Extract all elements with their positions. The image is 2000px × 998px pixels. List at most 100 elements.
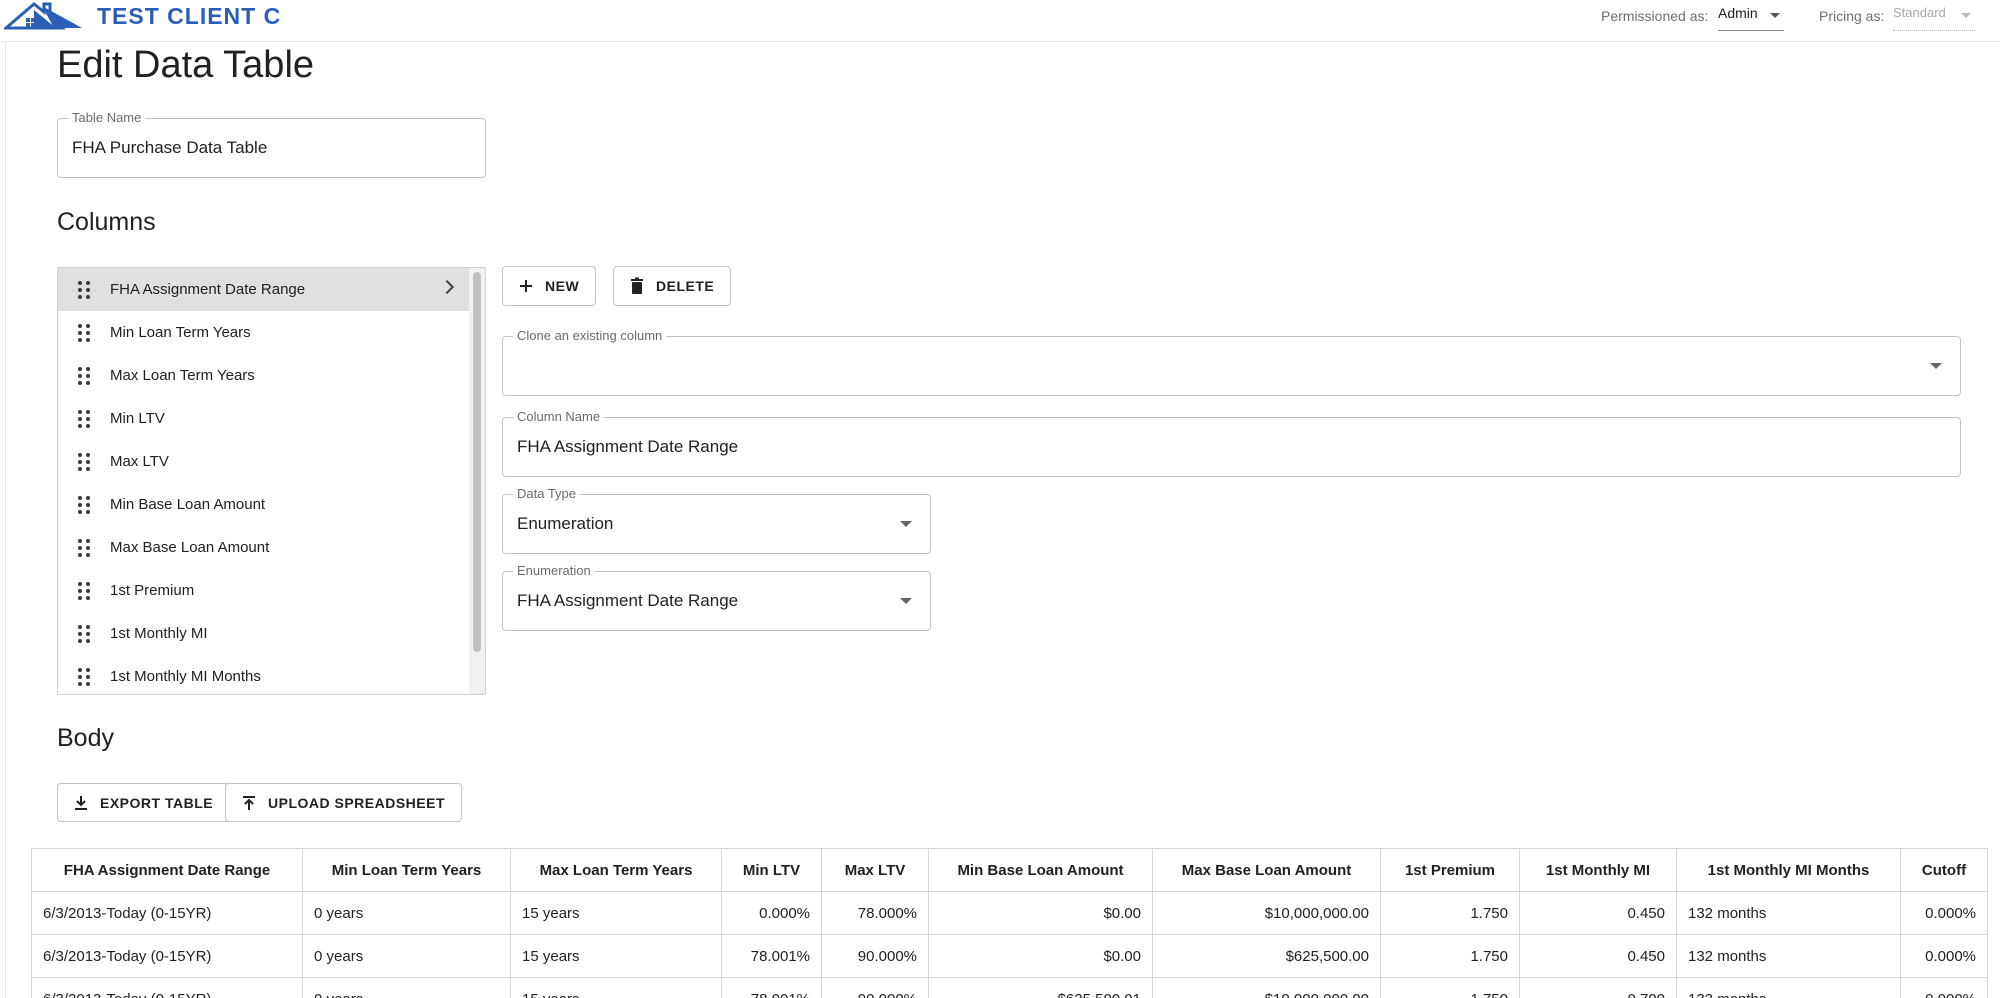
column-header[interactable]: Min Loan Term Years — [302, 848, 511, 892]
column-item[interactable]: 1st Monthly MI Months — [58, 655, 470, 694]
enumeration-select[interactable]: Enumeration FHA Assignment Date Range — [502, 563, 931, 631]
delete-column-button[interactable]: DELETE — [613, 266, 732, 306]
drag-handle-icon[interactable] — [78, 667, 90, 686]
column-header[interactable]: Min Base Loan Amount — [928, 848, 1153, 892]
table-cell[interactable]: 90.000% — [821, 934, 929, 978]
drag-handle-icon[interactable] — [78, 366, 90, 385]
pricing-label: Pricing as: — [1819, 8, 1885, 24]
table-row[interactable]: 6/3/2013-Today (0-15YR) 0 years 15 years… — [31, 934, 1988, 978]
column-item-label: 1st Premium — [110, 582, 195, 599]
column-header[interactable]: 1st Premium — [1380, 848, 1520, 892]
table-cell[interactable]: 6/3/2013-Today (0-15YR) — [31, 891, 303, 935]
column-item-label: Max LTV — [110, 453, 169, 470]
column-header[interactable]: Min LTV — [721, 848, 822, 892]
column-name-field[interactable]: Column Name FHA Assignment Date Range — [502, 409, 1961, 477]
table-cell[interactable]: 0 years — [302, 934, 511, 978]
column-header[interactable]: Max Base Loan Amount — [1152, 848, 1381, 892]
new-column-button[interactable]: NEW — [502, 266, 597, 306]
drag-handle-icon[interactable] — [78, 495, 90, 514]
drag-handle-icon[interactable] — [78, 452, 90, 471]
table-cell[interactable]: $10,000,000.00 — [1152, 977, 1381, 998]
upload-spreadsheet-button[interactable]: UPLOAD SPREADSHEET — [225, 783, 463, 822]
table-name-field[interactable]: Table Name FHA Purchase Data Table — [57, 110, 486, 178]
table-cell[interactable]: $625,500.00 — [1152, 934, 1381, 978]
column-header[interactable]: Max LTV — [821, 848, 929, 892]
table-cell[interactable]: 1.750 — [1380, 977, 1520, 998]
table-cell[interactable]: $0.00 — [928, 891, 1153, 935]
table-cell[interactable]: 1.750 — [1380, 891, 1520, 935]
table-cell[interactable]: 6/3/2013-Today (0-15YR) — [31, 977, 303, 998]
column-item[interactable]: 1st Monthly MI — [58, 612, 470, 655]
table-cell[interactable]: 15 years — [510, 891, 722, 935]
table-cell[interactable]: 0.000% — [1900, 891, 1988, 935]
table-cell[interactable]: 90.000% — [821, 977, 929, 998]
house-logo-icon[interactable] — [4, 0, 82, 30]
table-cell[interactable]: $625,500.01 — [928, 977, 1153, 998]
drag-handle-icon[interactable] — [78, 280, 90, 299]
drag-handle-icon[interactable] — [78, 581, 90, 600]
table-cell[interactable]: 132 months — [1676, 934, 1901, 978]
column-header[interactable]: Max Loan Term Years — [510, 848, 722, 892]
column-item[interactable]: 1st Premium — [58, 569, 470, 612]
trash-icon — [631, 277, 643, 294]
column-list: FHA Assignment Date Range Min Loan Term … — [57, 267, 486, 695]
table-cell[interactable]: 78.000% — [821, 891, 929, 935]
column-name-value[interactable]: FHA Assignment Date Range — [517, 437, 738, 457]
column-item[interactable]: FHA Assignment Date Range — [58, 268, 470, 311]
table-cell[interactable]: 0.700 — [1519, 977, 1677, 998]
table-name-value[interactable]: FHA Purchase Data Table — [72, 138, 267, 158]
column-item-label: Max Loan Term Years — [110, 367, 255, 384]
caret-down-icon — [1930, 363, 1942, 369]
columns-heading: Columns — [57, 208, 156, 236]
table-row[interactable]: 6/3/2013-Today (0-15YR) 0 years 15 years… — [31, 977, 1988, 998]
column-header[interactable]: FHA Assignment Date Range — [31, 848, 303, 892]
column-item[interactable]: Max LTV — [58, 440, 470, 483]
drag-handle-icon[interactable] — [78, 538, 90, 557]
column-item-label: FHA Assignment Date Range — [110, 281, 306, 298]
column-item-label: Max Base Loan Amount — [110, 539, 270, 556]
column-item[interactable]: Min Base Loan Amount — [58, 483, 470, 526]
pricing-select: Standard — [1893, 5, 1975, 31]
brand-name[interactable]: TEST CLIENT C — [97, 3, 281, 30]
permission-select[interactable]: Admin — [1718, 5, 1784, 31]
new-button-label: NEW — [545, 278, 580, 294]
drag-handle-icon[interactable] — [78, 624, 90, 643]
table-cell[interactable]: 132 months — [1676, 891, 1901, 935]
table-cell[interactable]: 1.750 — [1380, 934, 1520, 978]
column-item[interactable]: Min LTV — [58, 397, 470, 440]
table-row[interactable]: 6/3/2013-Today (0-15YR) 0 years 15 years… — [31, 891, 1988, 935]
column-item[interactable]: Max Loan Term Years — [58, 354, 470, 397]
table-cell[interactable]: 0.450 — [1519, 934, 1677, 978]
table-cell[interactable]: 78.001% — [721, 934, 822, 978]
table-cell[interactable]: $0.00 — [928, 934, 1153, 978]
column-header[interactable]: 1st Monthly MI — [1519, 848, 1677, 892]
column-item[interactable]: Min Loan Term Years — [58, 311, 470, 354]
clone-column-select[interactable]: Clone an existing column — [502, 328, 1961, 396]
table-cell[interactable]: 0 years — [302, 977, 511, 998]
table-cell[interactable]: 132 months — [1676, 977, 1901, 998]
table-cell[interactable]: 0 years — [302, 891, 511, 935]
data-type-select[interactable]: Data Type Enumeration — [502, 486, 931, 554]
table-cell[interactable]: $10,000,000.00 — [1152, 891, 1381, 935]
drag-handle-icon[interactable] — [78, 323, 90, 342]
column-list-scrollbar[interactable] — [469, 268, 485, 694]
table-cell[interactable]: 0.000% — [1900, 977, 1988, 998]
data-table: FHA Assignment Date Range Min Loan Term … — [31, 848, 1988, 998]
table-cell[interactable]: 78.001% — [721, 977, 822, 998]
column-item[interactable]: Max Base Loan Amount — [58, 526, 470, 569]
scrollbar-thumb[interactable] — [473, 272, 481, 652]
table-cell[interactable]: 0.000% — [1900, 934, 1988, 978]
table-cell[interactable]: 6/3/2013-Today (0-15YR) — [31, 934, 303, 978]
table-cell[interactable]: 15 years — [510, 977, 722, 998]
pricing-value: Standard — [1893, 5, 1946, 20]
permission-value: Admin — [1718, 5, 1758, 21]
chevron-right-icon — [439, 279, 455, 295]
table-cell[interactable]: 0.450 — [1519, 891, 1677, 935]
column-header[interactable]: Cutoff — [1900, 848, 1988, 892]
drag-handle-icon[interactable] — [78, 409, 90, 428]
column-header[interactable]: 1st Monthly MI Months — [1676, 848, 1901, 892]
enumeration-label: Enumeration — [513, 563, 595, 578]
table-cell[interactable]: 15 years — [510, 934, 722, 978]
export-table-button[interactable]: EXPORT TABLE — [57, 783, 231, 822]
table-cell[interactable]: 0.000% — [721, 891, 822, 935]
